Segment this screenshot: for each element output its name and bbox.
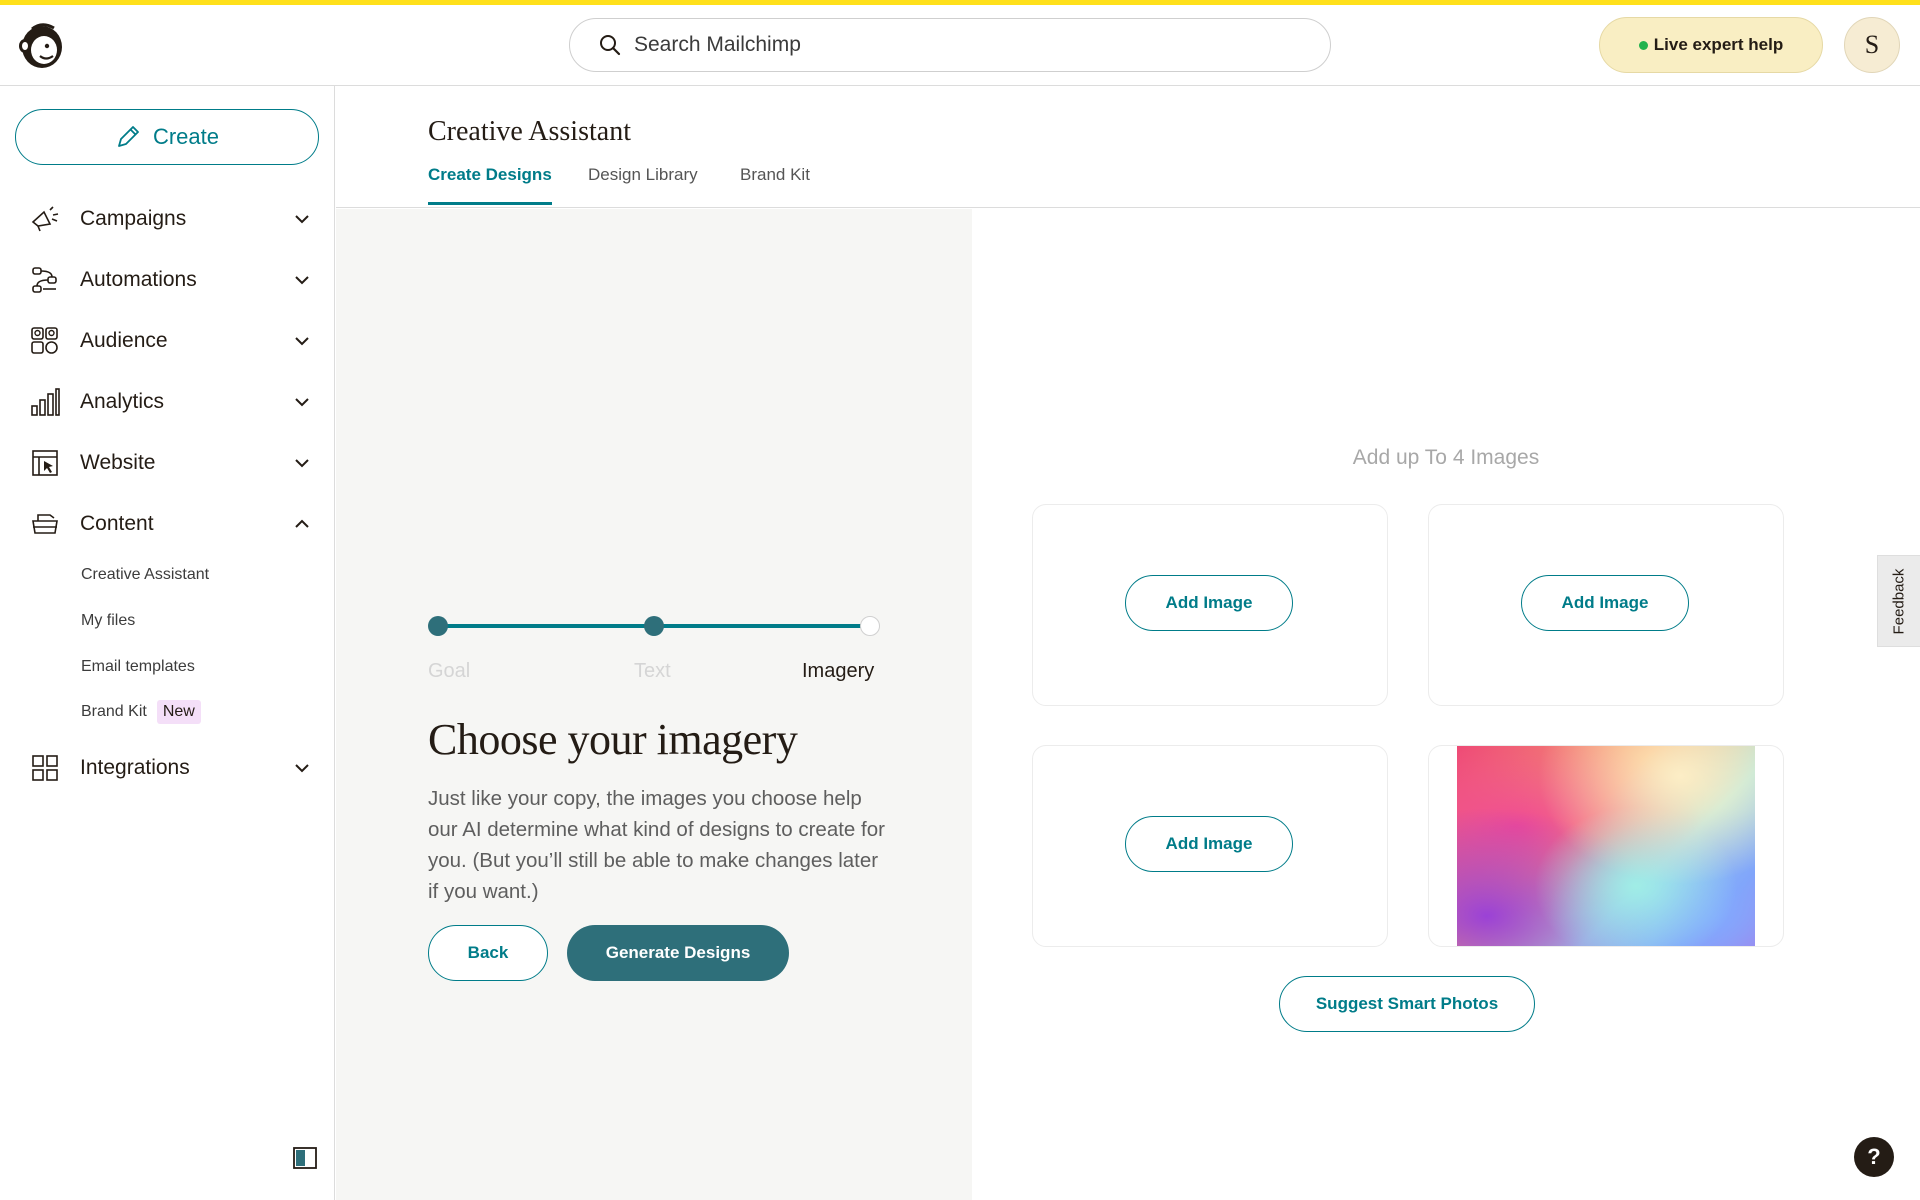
sidebar-subitem-my-files[interactable]: My files bbox=[81, 612, 135, 630]
search-input[interactable] bbox=[634, 33, 1234, 57]
sidebar-item-website[interactable]: Website bbox=[0, 437, 335, 489]
tab-design-library[interactable]: Design Library bbox=[588, 165, 698, 205]
sidebar: Create Campaigns Automations Audience An… bbox=[0, 86, 335, 1200]
create-button[interactable]: Create bbox=[15, 109, 319, 165]
sidebar-item-label: Website bbox=[80, 451, 156, 474]
top-header: Live expert help S bbox=[0, 5, 1920, 86]
sidebar-item-label: Automations bbox=[80, 268, 197, 291]
sidebar-subitem-label: Creative Assistant bbox=[81, 566, 210, 583]
sidebar-subitem-creative-assistant[interactable]: Creative Assistant bbox=[81, 566, 209, 584]
chevron-up-icon bbox=[295, 519, 309, 528]
tab-create-designs[interactable]: Create Designs bbox=[428, 165, 552, 205]
sidebar-item-label: Integrations bbox=[80, 756, 190, 779]
wizard-panel: Goal Text Imagery Choose your imagery Ju… bbox=[336, 209, 972, 1200]
sidebar-subitem-brand-kit[interactable]: Brand Kit New bbox=[81, 700, 201, 724]
image-slot-2: Add Image bbox=[1428, 504, 1784, 706]
search-icon bbox=[600, 35, 621, 56]
sidebar-item-label: Analytics bbox=[80, 390, 165, 413]
gradient-image-thumbnail bbox=[1457, 746, 1755, 946]
step-label-imagery: Imagery bbox=[802, 660, 875, 682]
create-button-label: Create bbox=[152, 124, 220, 149]
online-status-dot bbox=[1638, 40, 1648, 50]
chevron-down-icon bbox=[295, 337, 309, 346]
chevron-down-icon bbox=[295, 276, 309, 285]
chevron-down-icon bbox=[295, 764, 309, 773]
grid-icon bbox=[30, 753, 60, 783]
megaphone-icon bbox=[30, 204, 60, 234]
sidebar-item-integrations[interactable]: Integrations bbox=[0, 742, 335, 794]
live-help-label: Live expert help bbox=[1653, 35, 1784, 54]
pencil-icon bbox=[118, 126, 139, 147]
sidebar-subitem-label: Email templates bbox=[81, 658, 195, 675]
sidebar-item-label: Content bbox=[80, 512, 154, 535]
help-icon: ? bbox=[1867, 1144, 1881, 1169]
image-slot-1: Add Image bbox=[1032, 504, 1388, 706]
image-limit-label: Add up To 4 Images bbox=[1352, 446, 1540, 469]
feedback-tab[interactable]: Feedback bbox=[1877, 555, 1920, 647]
sidebar-item-label: Audience bbox=[80, 329, 168, 352]
sidebar-item-audience[interactable]: Audience bbox=[0, 315, 335, 367]
step-label-text: Text bbox=[634, 660, 671, 682]
wizard-description: Just like your copy, the images you choo… bbox=[428, 787, 885, 903]
new-badge: New bbox=[156, 700, 201, 724]
collapse-sidebar-icon[interactable] bbox=[293, 1147, 317, 1169]
user-avatar[interactable]: S bbox=[1844, 17, 1900, 73]
search-bar[interactable] bbox=[569, 18, 1331, 72]
progress-stepper bbox=[428, 615, 880, 639]
audience-icon bbox=[30, 326, 60, 356]
tab-brand-kit[interactable]: Brand Kit bbox=[740, 165, 810, 205]
feedback-label: Feedback bbox=[1890, 568, 1908, 634]
chevron-down-icon bbox=[295, 215, 309, 224]
step-label-goal: Goal bbox=[428, 660, 471, 682]
chevron-down-icon bbox=[295, 459, 309, 468]
sidebar-item-campaigns[interactable]: Campaigns bbox=[0, 193, 335, 245]
page-header: Creative Assistant Create Designs Design… bbox=[336, 86, 1920, 208]
live-expert-help-button[interactable]: Live expert help bbox=[1599, 17, 1823, 73]
step-dot-goal bbox=[428, 616, 448, 636]
sidebar-subitem-label: My files bbox=[81, 612, 136, 629]
sidebar-item-content[interactable]: Content bbox=[0, 498, 335, 550]
image-selection-panel: Add up To 4 Images Add Image Add Image A… bbox=[972, 209, 1920, 1200]
sidebar-subitem-label: Brand Kit bbox=[81, 703, 147, 720]
chevron-down-icon bbox=[295, 398, 309, 407]
step-dot-text bbox=[644, 616, 664, 636]
page-title: Creative Assistant bbox=[428, 116, 631, 147]
suggest-smart-photos-button[interactable]: Suggest Smart Photos bbox=[1279, 976, 1535, 1032]
bar-chart-icon bbox=[30, 387, 60, 417]
avatar-initial: S bbox=[1864, 30, 1880, 59]
content-icon bbox=[30, 509, 60, 539]
back-button[interactable]: Back bbox=[428, 925, 548, 981]
image-slot-3: Add Image bbox=[1032, 745, 1388, 947]
help-button[interactable]: ? bbox=[1854, 1137, 1894, 1177]
sidebar-subitem-email-templates[interactable]: Email templates bbox=[81, 658, 195, 676]
add-image-button[interactable]: Add Image bbox=[1125, 816, 1293, 872]
sidebar-item-label: Campaigns bbox=[80, 207, 187, 230]
sidebar-item-analytics[interactable]: Analytics bbox=[0, 376, 335, 428]
website-icon bbox=[30, 448, 60, 478]
automation-flow-icon bbox=[30, 265, 60, 295]
step-dot-imagery bbox=[860, 616, 880, 636]
wizard-heading: Choose your imagery bbox=[428, 715, 798, 764]
mailchimp-logo-icon[interactable] bbox=[16, 19, 66, 71]
generate-designs-button[interactable]: Generate Designs bbox=[567, 925, 789, 981]
sidebar-item-automations[interactable]: Automations bbox=[0, 254, 335, 306]
add-image-button[interactable]: Add Image bbox=[1125, 575, 1293, 631]
add-image-button[interactable]: Add Image bbox=[1521, 575, 1689, 631]
image-slot-4[interactable] bbox=[1428, 745, 1784, 947]
